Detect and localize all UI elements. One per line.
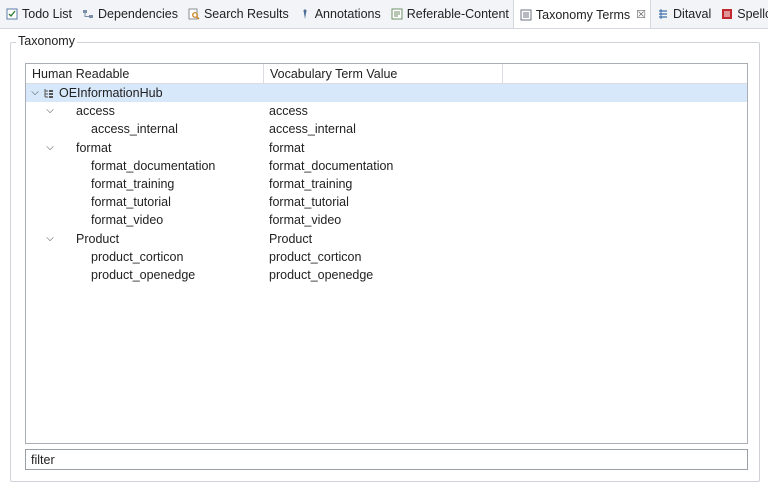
- tab-referable-content[interactable]: Referable-Content: [385, 0, 513, 28]
- tree-row-value: format_video: [269, 213, 342, 228]
- column-header-vocabulary-term-value[interactable]: Vocabulary Term Value: [264, 64, 503, 84]
- referable-content-icon: [391, 8, 403, 20]
- tree-row[interactable]: ⌵ OEInformationHub: [26, 84, 747, 103]
- tree-row-label: product_corticon: [91, 249, 184, 264]
- tree-row-value: format: [269, 140, 305, 155]
- view-tab-bar: Todo List Dependencies Search Results An…: [0, 0, 768, 29]
- spellchecker-icon: [721, 8, 733, 20]
- tab-label: Taxonomy Terms: [535, 7, 631, 22]
- annotations-icon: [299, 8, 311, 20]
- tree-row-label: format_video: [91, 213, 164, 228]
- tab-label: Spellchecker: [737, 7, 768, 21]
- tree-row[interactable]: format_tutorial format_tutorial: [26, 193, 747, 211]
- tree-row-label: access_internal: [91, 122, 178, 137]
- tree-row[interactable]: format_documentation format_documentatio…: [26, 157, 747, 175]
- tree-row[interactable]: ⌵ Product Product: [26, 230, 747, 248]
- tree-row-label: Product: [76, 231, 120, 246]
- close-icon[interactable]: ☒: [636, 8, 646, 21]
- tree-row-label: format_documentation: [91, 158, 216, 173]
- tab-label: Referable-Content: [406, 7, 509, 21]
- tree-row-value: access: [269, 104, 308, 119]
- tree-row-label: product_openedge: [91, 267, 196, 282]
- tab-ditaval[interactable]: Ditaval: [651, 0, 715, 28]
- tree-row-label: format_tutorial: [91, 195, 171, 210]
- tab-taxonomy-terms[interactable]: Taxonomy Terms ☒: [512, 0, 652, 28]
- filter-input[interactable]: [25, 449, 748, 470]
- dependencies-icon: [82, 8, 94, 20]
- taxonomy-root-icon: [43, 87, 55, 99]
- tab-label: Todo List: [22, 7, 73, 21]
- tree-row-value: access_internal: [269, 122, 356, 137]
- tab-label: Ditaval: [673, 7, 712, 21]
- tree-header: Human Readable Vocabulary Term Value: [26, 64, 747, 84]
- taxonomy-terms-icon: [520, 9, 532, 21]
- search-results-icon: [188, 8, 200, 20]
- chevron-down-icon[interactable]: ⌵: [45, 139, 55, 157]
- tree-row[interactable]: access_internal access_internal: [26, 120, 747, 138]
- tab-dependencies[interactable]: Dependencies: [76, 0, 182, 28]
- tree-row-label: access: [76, 104, 115, 119]
- chevron-down-icon[interactable]: ⌵: [30, 84, 40, 102]
- tree-row[interactable]: product_corticon product_corticon: [26, 248, 747, 266]
- tree-row[interactable]: ⌵ access access: [26, 102, 747, 120]
- tree-row-label: format_training: [91, 176, 175, 191]
- tree-row-value: [269, 84, 504, 102]
- tab-spellchecker[interactable]: Spellchecker: [715, 0, 768, 28]
- tab-label: Annotations: [314, 7, 381, 21]
- tree-row-value: product_openedge: [269, 267, 374, 282]
- tree-row-label: OEInformationHub: [59, 86, 163, 100]
- chevron-down-icon[interactable]: ⌵: [45, 230, 55, 248]
- tree-row-value: product_corticon: [269, 249, 362, 264]
- column-header-human-readable[interactable]: Human Readable: [26, 64, 264, 84]
- chevron-down-icon[interactable]: ⌵: [45, 102, 55, 120]
- tab-todo-list[interactable]: Todo List: [0, 0, 76, 28]
- tab-search-results[interactable]: Search Results: [182, 0, 293, 28]
- tree-rows: ⌵ OEInformationHub ⌵ access access acces…: [26, 84, 747, 284]
- tree-row[interactable]: format_video format_video: [26, 211, 747, 229]
- tree-row[interactable]: ⌵ format format: [26, 139, 747, 157]
- todo-list-icon: [6, 8, 18, 20]
- ditaval-icon: [657, 8, 669, 20]
- tree-row[interactable]: format_training format_training: [26, 175, 747, 193]
- tree-row-value: Product: [269, 231, 313, 246]
- tree-row[interactable]: product_openedge product_openedge: [26, 266, 747, 284]
- tree-row-value: format_documentation: [269, 158, 394, 173]
- taxonomy-tree-table[interactable]: Human Readable Vocabulary Term Value ⌵ O…: [25, 63, 748, 444]
- tree-row-label: format: [76, 140, 112, 155]
- tab-label: Search Results: [203, 7, 289, 21]
- tab-annotations[interactable]: Annotations: [293, 0, 385, 28]
- tree-row-value: format_tutorial: [269, 195, 349, 210]
- tree-row-value: format_training: [269, 176, 353, 191]
- tab-label: Dependencies: [98, 7, 178, 21]
- group-title: Taxonomy: [16, 34, 77, 48]
